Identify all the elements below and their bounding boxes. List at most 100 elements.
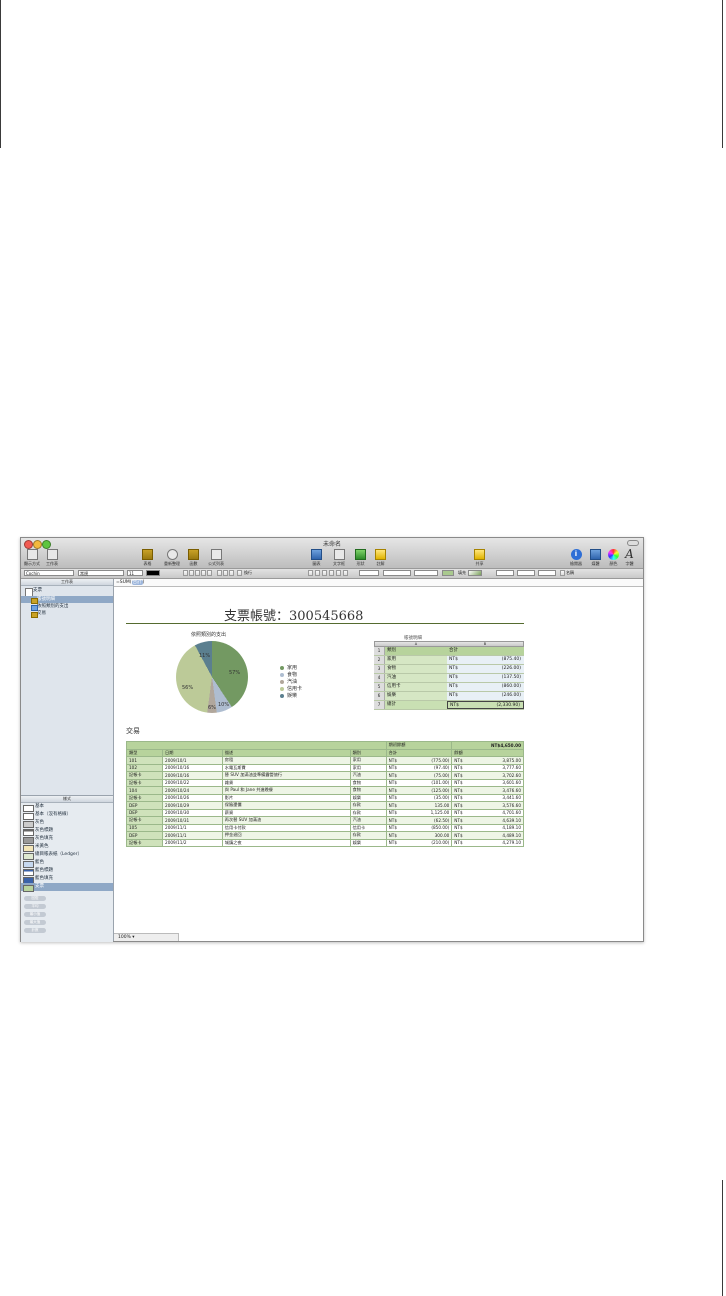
zoom-select[interactable]: 100% ▾ [114, 933, 179, 941]
table-row[interactable]: 4 汽油 NT$ (137.50) [374, 674, 524, 683]
toolbar-comment-button[interactable]: 註解 [375, 549, 386, 567]
table-cell[interactable]: 2009/10/16 [162, 763, 223, 772]
table-cell[interactable]: 105 [125, 823, 164, 832]
align-justify-button[interactable] [201, 570, 206, 576]
table-row[interactable]: 2 家用 NT$ (875.40) [374, 656, 524, 665]
table-header-cols-select[interactable] [517, 570, 535, 576]
pie-chart[interactable] [176, 641, 248, 713]
style-item[interactable]: 灰色標題 [21, 827, 113, 836]
table-row[interactable]: 6 娛樂 NT$ (246.00) [374, 692, 524, 701]
table-cell[interactable]: 家用 [349, 756, 387, 765]
table-row[interactable]: 記帳卡 2009/11/2 城鎮之夜 娛樂 NT$ (210.00) NT$ 4,279.10 [125, 838, 524, 847]
table-cell[interactable]: 存款 [349, 831, 387, 840]
style-item[interactable]: 基本（沒有格線） [21, 811, 113, 820]
table-cell[interactable]: DEP [125, 831, 164, 840]
table-cell[interactable]: 信用卡 [349, 823, 387, 832]
table-cell[interactable]: 替 SUV 加滿油並準備露營旅行 [221, 771, 351, 780]
table-cell[interactable]: 2009/10/31 [162, 816, 223, 825]
comma-button[interactable] [322, 570, 327, 576]
toolbar-table-button[interactable]: 表格 [142, 549, 153, 567]
table-cell[interactable]: 2009/11/1 [162, 831, 223, 840]
table-row[interactable]: DEP 2009/11/1 押金退回 存款 NT$ 300.00 NT$ 4,489.10 [125, 831, 524, 840]
table-row[interactable]: 記帳卡 2009/10/16 替 SUV 加滿油並準備露營旅行 汽油 NT$ (75.00… [125, 771, 524, 780]
toolbar-fonts-button[interactable]: A 字體 [624, 548, 635, 567]
table-cell[interactable]: NT$ (101.00) [385, 778, 453, 787]
name-checkbox[interactable] [560, 570, 565, 576]
style-item[interactable]: 灰色 [21, 819, 113, 828]
currency-button[interactable] [308, 570, 313, 576]
style-item[interactable]: 藍色 [21, 859, 113, 868]
table-row[interactable]: 記帳卡 2009/10/31 再次替 SUV 加滿油 汽油 NT$ (62.50) NT$ 4… [125, 816, 524, 825]
toolbar-inspector-button[interactable]: i 檢閱器 [570, 549, 582, 567]
table-cell[interactable]: DEP [125, 801, 164, 810]
table-cell[interactable]: 102 [125, 763, 164, 772]
transactions-table[interactable]: 期初餘額 NT$4,650.00 類型 日期 描述 類別 合計 餘額 101 2009/… [125, 741, 524, 847]
table-cell[interactable]: DEP [125, 808, 164, 817]
table-cell[interactable]: NT$ 4,701.60 [451, 808, 524, 817]
table-cell[interactable]: 再次替 SUV 加滿油 [221, 816, 351, 825]
wrap-checkbox[interactable] [237, 570, 242, 576]
sheet-canvas[interactable]: =SUM(合計) 支票帳號：300545668 依照類別的支出 57% 10% … [114, 579, 643, 941]
toolbar-function-button[interactable]: 函數 [188, 549, 199, 567]
table-row[interactable]: 104 2009/10/24 與 Paul 和 Jane 共進晚餐 食物 NT$ (125… [125, 786, 524, 795]
style-item[interactable]: 灰色填充 [21, 835, 113, 844]
table-cell[interactable]: 記帳卡 [125, 816, 164, 825]
table-header-rows-select[interactable] [496, 570, 514, 576]
table-cell[interactable]: 101 [125, 756, 164, 765]
account-summary-table[interactable]: 帳號明細 A B 1 類別 合計 2 家用 NT$ (875.40) 3 食物 NT$ (226… [374, 636, 524, 710]
font-family-select[interactable]: Cochin [24, 570, 74, 576]
table-cell[interactable]: 與 Paul 和 Jane 共進晚餐 [221, 786, 351, 795]
decimal-increase-button[interactable] [336, 570, 341, 576]
formula-bar[interactable]: =SUM(合計) [114, 579, 643, 587]
table-cell[interactable]: NT$ 3,576.60 [451, 801, 524, 810]
table-cell[interactable]: NT$ 300.00 [385, 831, 453, 840]
table-cell[interactable]: 汽油 [349, 816, 387, 825]
table-cell[interactable]: 雜貨 [221, 778, 351, 787]
toolbar-shape-button[interactable]: 形狀 [355, 549, 366, 567]
table-cell[interactable]: NT$ 3,777.60 [451, 763, 524, 772]
table-cell[interactable]: NT$ 3,702.60 [451, 771, 524, 780]
font-weight-select[interactable]: 常規 [78, 570, 124, 576]
table-cell[interactable]: 2009/10/29 [162, 801, 223, 810]
table-cell[interactable]: NT$ 3,601.60 [451, 778, 524, 787]
table-cell[interactable]: 汽油 [349, 771, 387, 780]
table-cell[interactable]: NT$ 4,189.10 [451, 823, 524, 832]
border-color-select[interactable] [414, 570, 438, 576]
toolbar-reorganize-button[interactable]: 重新整理 [164, 549, 180, 567]
percent-button[interactable] [315, 570, 320, 576]
toolbar-formula-list-button[interactable]: 公式列表 [208, 549, 224, 567]
toolbar-share-button[interactable]: 共享 [474, 549, 485, 567]
toolbar-colors-button[interactable]: 顏色 [608, 549, 619, 567]
toolbar-textbox-button[interactable]: 文字框 [333, 549, 345, 567]
table-cell[interactable]: 城鎮之夜 [221, 838, 351, 847]
table-cell[interactable]: NT$ 4,279.10 [451, 838, 524, 847]
table-cell[interactable]: NT$ 3,476.60 [451, 786, 524, 795]
align-auto-button[interactable] [207, 570, 212, 576]
table-cell[interactable]: 2009/10/30 [162, 808, 223, 817]
border-style-select[interactable] [359, 570, 379, 576]
border-color-well[interactable] [442, 570, 454, 576]
table-cell[interactable]: 存款 [349, 801, 387, 810]
valign-bottom-button[interactable] [229, 570, 234, 576]
table-row[interactable]: 105 2009/11/1 信用卡付款 信用卡 NT$ (850.00) NT$ 4,189.… [125, 823, 524, 832]
column-header-b[interactable]: B [447, 642, 523, 646]
table-row[interactable]: 102 2009/10/16 水電瓦斯費 家用 NT$ (97.40) NT$ 3,777.6… [125, 763, 524, 772]
valign-top-button[interactable] [217, 570, 222, 576]
table-row[interactable]: 5 信用卡 NT$ (860.00) [374, 683, 524, 692]
table-cell[interactable]: 薪資 [221, 808, 351, 817]
table-cell[interactable]: 房租 [221, 756, 351, 765]
border-width-select[interactable] [383, 570, 411, 576]
table-footer-rows-select[interactable] [538, 570, 556, 576]
table-cell[interactable]: NT$ (125.00) [385, 786, 453, 795]
sheet-item-transactions[interactable]: 交易 [21, 610, 113, 618]
toolbar-sheet-button[interactable]: 工作表 [46, 549, 58, 567]
valign-middle-button[interactable] [223, 570, 228, 576]
table-cell[interactable]: NT$ 4,639.10 [451, 816, 524, 825]
table-cell[interactable]: 信用卡付款 [221, 823, 351, 832]
table-row[interactable]: DEP 2009/10/30 薪資 存款 NT$ 1,125.00 NT$ 4,701.60 [125, 808, 524, 817]
table-cell[interactable]: 2009/10/1 [162, 756, 223, 765]
checkbox-format-button[interactable] [329, 570, 334, 576]
table-cell[interactable]: 記帳卡 [125, 838, 164, 847]
table-total-row[interactable]: 7 總計 NT$ (2,330.90) [374, 701, 524, 710]
style-item-selected[interactable]: 支票 [21, 883, 113, 892]
